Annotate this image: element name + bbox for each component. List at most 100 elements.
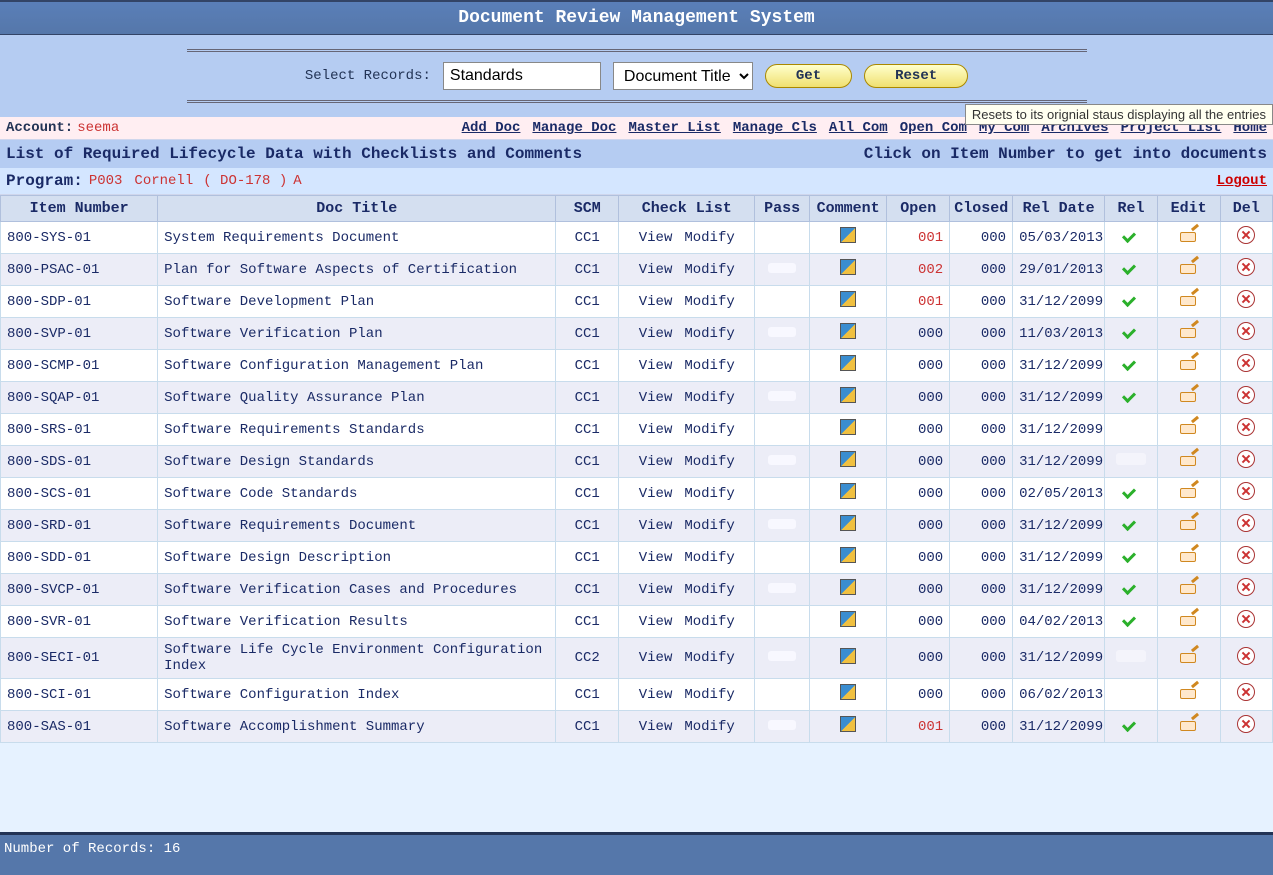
delete-icon[interactable] xyxy=(1237,354,1255,372)
delete-icon[interactable] xyxy=(1237,226,1255,244)
comment-icon[interactable] xyxy=(840,227,856,243)
checklist-view-link[interactable]: View xyxy=(639,294,673,310)
checklist-modify-link[interactable]: Modify xyxy=(684,486,734,502)
comment-icon[interactable] xyxy=(840,291,856,307)
nav-open-com[interactable]: Open Com xyxy=(900,120,967,136)
edit-icon[interactable] xyxy=(1180,516,1198,530)
item-number-cell[interactable]: 800-SDP-01 xyxy=(1,286,158,318)
item-number-cell[interactable]: 800-SVCP-01 xyxy=(1,574,158,606)
nav-manage-doc[interactable]: Manage Doc xyxy=(532,120,616,136)
edit-icon[interactable] xyxy=(1180,324,1198,338)
item-number-cell[interactable]: 800-SCS-01 xyxy=(1,478,158,510)
edit-icon[interactable] xyxy=(1180,717,1198,731)
edit-icon[interactable] xyxy=(1180,420,1198,434)
checklist-view-link[interactable]: View xyxy=(639,719,673,735)
item-number-cell[interactable]: 800-SYS-01 xyxy=(1,222,158,254)
edit-icon[interactable] xyxy=(1180,260,1198,274)
delete-icon[interactable] xyxy=(1237,258,1255,276)
comment-icon[interactable] xyxy=(840,419,856,435)
checklist-view-link[interactable]: View xyxy=(639,358,673,374)
delete-icon[interactable] xyxy=(1237,290,1255,308)
delete-icon[interactable] xyxy=(1237,683,1255,701)
delete-icon[interactable] xyxy=(1237,322,1255,340)
comment-icon[interactable] xyxy=(840,611,856,627)
get-button[interactable]: Get xyxy=(765,64,852,88)
checklist-modify-link[interactable]: Modify xyxy=(684,294,734,310)
comment-icon[interactable] xyxy=(840,579,856,595)
checklist-view-link[interactable]: View xyxy=(639,326,673,342)
edit-icon[interactable] xyxy=(1180,452,1198,466)
delete-icon[interactable] xyxy=(1237,418,1255,436)
comment-icon[interactable] xyxy=(840,323,856,339)
edit-icon[interactable] xyxy=(1180,612,1198,626)
comment-icon[interactable] xyxy=(840,483,856,499)
item-number-cell[interactable]: 800-SVR-01 xyxy=(1,606,158,638)
item-number-cell[interactable]: 800-SCMP-01 xyxy=(1,350,158,382)
checklist-view-link[interactable]: View xyxy=(639,582,673,598)
comment-icon[interactable] xyxy=(840,355,856,371)
delete-icon[interactable] xyxy=(1237,610,1255,628)
delete-icon[interactable] xyxy=(1237,450,1255,468)
checklist-modify-link[interactable]: Modify xyxy=(684,454,734,470)
comment-icon[interactable] xyxy=(840,648,856,664)
checklist-modify-link[interactable]: Modify xyxy=(684,390,734,406)
checklist-modify-link[interactable]: Modify xyxy=(684,326,734,342)
checklist-modify-link[interactable]: Modify xyxy=(684,262,734,278)
edit-icon[interactable] xyxy=(1180,388,1198,402)
checklist-modify-link[interactable]: Modify xyxy=(684,230,734,246)
edit-icon[interactable] xyxy=(1180,685,1198,699)
item-number-cell[interactable]: 800-SDS-01 xyxy=(1,446,158,478)
comment-icon[interactable] xyxy=(840,387,856,403)
edit-icon[interactable] xyxy=(1180,356,1198,370)
nav-all-com[interactable]: All Com xyxy=(829,120,888,136)
checklist-view-link[interactable]: View xyxy=(639,518,673,534)
checklist-view-link[interactable]: View xyxy=(639,650,673,666)
checklist-modify-link[interactable]: Modify xyxy=(684,550,734,566)
edit-icon[interactable] xyxy=(1180,484,1198,498)
checklist-modify-link[interactable]: Modify xyxy=(684,614,734,630)
item-number-cell[interactable]: 800-PSAC-01 xyxy=(1,254,158,286)
comment-icon[interactable] xyxy=(840,515,856,531)
comment-icon[interactable] xyxy=(840,259,856,275)
edit-icon[interactable] xyxy=(1180,649,1198,663)
checklist-view-link[interactable]: View xyxy=(639,454,673,470)
checklist-view-link[interactable]: View xyxy=(639,486,673,502)
comment-icon[interactable] xyxy=(840,547,856,563)
checklist-view-link[interactable]: View xyxy=(639,230,673,246)
comment-icon[interactable] xyxy=(840,451,856,467)
item-number-cell[interactable]: 800-SCI-01 xyxy=(1,679,158,711)
edit-icon[interactable] xyxy=(1180,548,1198,562)
item-number-cell[interactable]: 800-SECI-01 xyxy=(1,638,158,679)
nav-master-list[interactable]: Master List xyxy=(628,120,720,136)
checklist-modify-link[interactable]: Modify xyxy=(684,518,734,534)
delete-icon[interactable] xyxy=(1237,482,1255,500)
checklist-modify-link[interactable]: Modify xyxy=(684,582,734,598)
checklist-modify-link[interactable]: Modify xyxy=(684,358,734,374)
item-number-cell[interactable]: 800-SDD-01 xyxy=(1,542,158,574)
checklist-modify-link[interactable]: Modify xyxy=(684,422,734,438)
records-text-input[interactable] xyxy=(443,62,601,90)
edit-icon[interactable] xyxy=(1180,580,1198,594)
item-number-cell[interactable]: 800-SQAP-01 xyxy=(1,382,158,414)
item-number-cell[interactable]: 800-SRD-01 xyxy=(1,510,158,542)
item-number-cell[interactable]: 800-SAS-01 xyxy=(1,711,158,743)
edit-icon[interactable] xyxy=(1180,228,1198,242)
checklist-modify-link[interactable]: Modify xyxy=(684,650,734,666)
checklist-view-link[interactable]: View xyxy=(639,614,673,630)
comment-icon[interactable] xyxy=(840,684,856,700)
delete-icon[interactable] xyxy=(1237,578,1255,596)
checklist-view-link[interactable]: View xyxy=(639,422,673,438)
delete-icon[interactable] xyxy=(1237,386,1255,404)
edit-icon[interactable] xyxy=(1180,292,1198,306)
delete-icon[interactable] xyxy=(1237,647,1255,665)
reset-button[interactable]: Reset xyxy=(864,64,968,88)
nav-add-doc[interactable]: Add Doc xyxy=(462,120,521,136)
item-number-cell[interactable]: 800-SVP-01 xyxy=(1,318,158,350)
logout-link[interactable]: Logout xyxy=(1217,173,1267,189)
comment-icon[interactable] xyxy=(840,716,856,732)
delete-icon[interactable] xyxy=(1237,514,1255,532)
checklist-modify-link[interactable]: Modify xyxy=(684,719,734,735)
checklist-view-link[interactable]: View xyxy=(639,262,673,278)
delete-icon[interactable] xyxy=(1237,715,1255,733)
records-select[interactable]: Document Title xyxy=(613,62,753,90)
